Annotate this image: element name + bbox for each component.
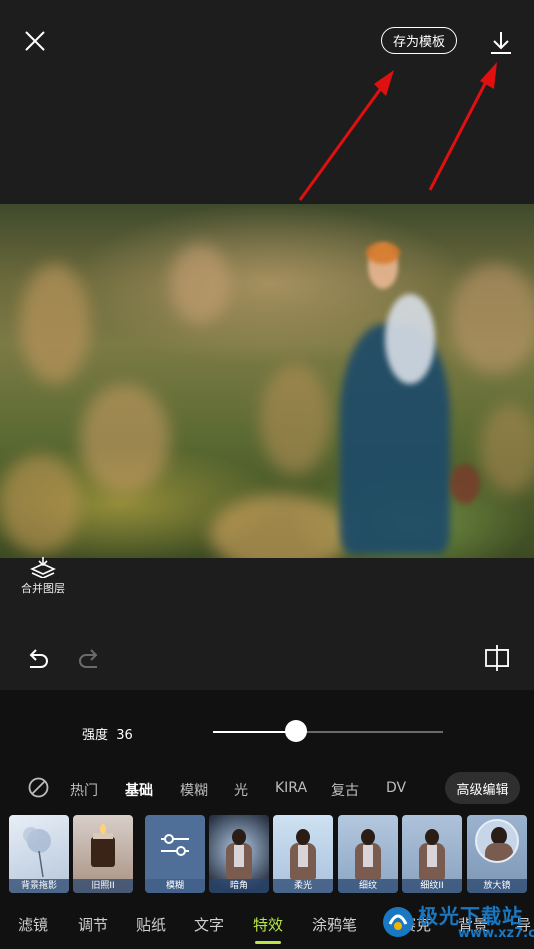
effect-thumb[interactable]: 背景拖影 <box>9 815 69 893</box>
effect-thumb[interactable]: 柔光 <box>273 815 333 893</box>
strength-slider-thumb[interactable] <box>284 720 307 742</box>
effect-label: 模糊 <box>145 879 205 893</box>
watermark-name: 极光下载站 <box>418 904 523 928</box>
nav-filter[interactable]: 滤镜 <box>18 914 48 935</box>
site-watermark: 极光下载站 www.xz7.com <box>378 896 534 949</box>
effect-label: 放大镜 <box>467 879 527 893</box>
category-kira[interactable]: KIRA <box>275 780 307 796</box>
effect-thumb-selected[interactable]: 模糊 <box>145 815 205 893</box>
watermark-logo <box>383 907 413 937</box>
category-blur[interactable]: 模糊 <box>180 780 208 800</box>
effect-label: 细纹II <box>402 879 462 893</box>
save-template-button[interactable]: 存为模板 <box>381 27 457 54</box>
effect-label: 背景拖影 <box>9 879 69 893</box>
nav-sticker[interactable]: 贴纸 <box>136 914 166 935</box>
effect-label: 旧照II <box>73 879 133 893</box>
close-icon[interactable] <box>22 28 48 54</box>
flower-image <box>23 827 51 878</box>
nav-text[interactable]: 文字 <box>194 914 224 935</box>
merge-layers-button[interactable]: 合并图层 <box>16 556 70 602</box>
compare-icon[interactable] <box>484 644 510 672</box>
effect-thumb[interactable]: 细纹 <box>338 815 398 893</box>
layers-icon <box>30 557 56 578</box>
adjust-sliders-icon <box>161 834 189 856</box>
person-image <box>353 829 383 879</box>
nav-doodle[interactable]: 涂鸦笔 <box>312 914 357 935</box>
advanced-edit-button[interactable]: 高级编辑 <box>445 772 520 804</box>
category-retro[interactable]: 复古 <box>331 780 359 800</box>
effect-thumb[interactable]: 放大镜 <box>467 815 527 893</box>
photo-canvas[interactable] <box>0 204 534 558</box>
candle-image <box>91 824 115 867</box>
watermark-url: www.xz7.com <box>458 926 534 941</box>
category-basic[interactable]: 基础 <box>125 780 153 800</box>
download-icon[interactable] <box>486 28 516 58</box>
nav-adjust[interactable]: 调节 <box>78 914 108 935</box>
strength-value: 36 <box>116 728 133 743</box>
undo-icon[interactable] <box>26 646 50 670</box>
effect-thumb[interactable]: 暗角 <box>209 815 269 893</box>
effect-thumb[interactable]: 旧照II <box>73 815 133 893</box>
effect-label: 暗角 <box>209 879 269 893</box>
magnifier-circle <box>475 819 519 863</box>
person-image <box>417 829 447 879</box>
category-dv[interactable]: DV <box>386 780 406 796</box>
strength-label: 强度 36 <box>82 728 133 743</box>
merge-layers-label: 合并图层 <box>21 582 65 595</box>
category-hot[interactable]: 热门 <box>70 780 98 800</box>
person-image <box>288 829 318 879</box>
effect-label: 柔光 <box>273 879 333 893</box>
no-effect-icon[interactable] <box>28 777 49 798</box>
person-image <box>224 829 254 879</box>
strength-slider-fill <box>213 731 296 733</box>
effect-thumb[interactable]: 细纹II <box>402 815 462 893</box>
effect-label: 细纹 <box>338 879 398 893</box>
nav-effects[interactable]: 特效 <box>253 914 283 935</box>
top-bar <box>0 0 534 204</box>
redo-icon[interactable] <box>77 646 101 670</box>
category-light[interactable]: 光 <box>234 780 248 800</box>
nav-active-indicator <box>255 941 281 944</box>
